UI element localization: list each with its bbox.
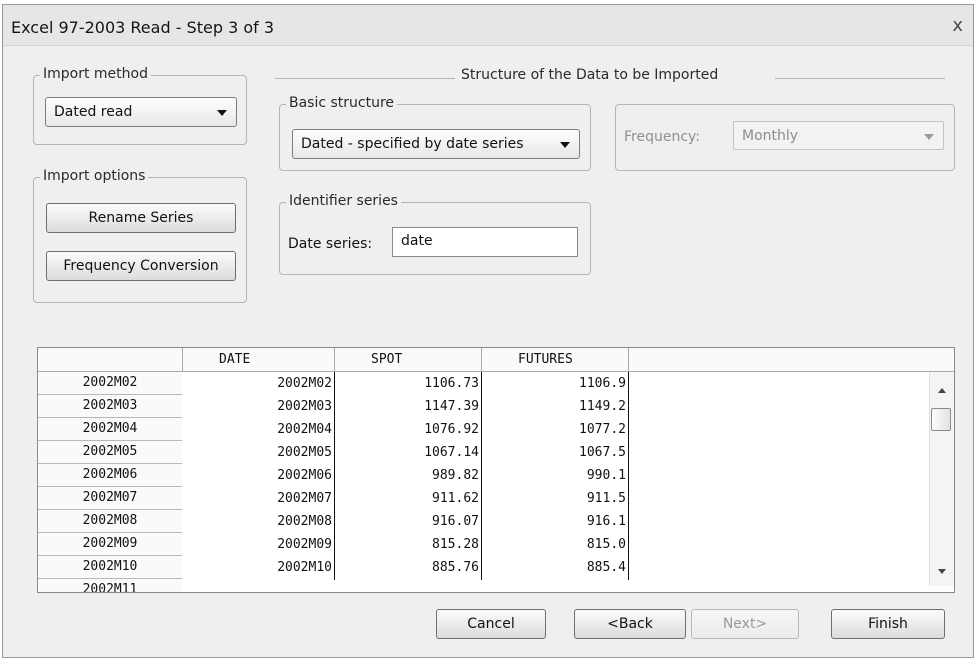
import-dialog: Excel 97-2003 Read - Step 3 of 3 x Impor…	[2, 4, 974, 658]
row-header[interactable]: 2002M05	[38, 441, 182, 464]
finish-button[interactable]: Finish	[831, 609, 945, 639]
table-cell: 990.1	[586, 468, 626, 483]
structure-divider-right	[775, 78, 945, 79]
table-cell: 1067.14	[424, 445, 479, 460]
import-options-group: Import options Rename Series Frequency C…	[33, 168, 247, 303]
table-cell: 1067.5	[579, 445, 626, 460]
table-cell: 2002M05	[277, 445, 332, 460]
table-cell: 2002M02	[277, 376, 332, 391]
row-header[interactable]: 2002M02	[38, 372, 182, 395]
column-header[interactable]: FUTURES	[482, 348, 629, 372]
scroll-up-icon[interactable]	[938, 388, 946, 393]
table-cell: 815.0	[586, 537, 626, 552]
cancel-button[interactable]: Cancel	[436, 609, 546, 639]
table-cell: 2002M07	[277, 491, 332, 506]
row-header[interactable]: 2002M10	[38, 556, 182, 579]
column-divider	[334, 372, 335, 580]
column-header-label: FUTURES	[518, 352, 573, 367]
frequency-value: Monthly	[742, 128, 799, 144]
table-cell: 911.5	[586, 491, 626, 506]
chevron-down-icon	[217, 110, 227, 116]
table-cell: 989.82	[432, 468, 479, 483]
row-header[interactable]: 2002M06	[38, 464, 182, 487]
import-method-group: Import method Dated read	[33, 66, 247, 145]
column-divider	[628, 372, 629, 580]
table-cell: 1106.73	[424, 376, 479, 391]
import-method-value: Dated read	[54, 104, 133, 120]
import-options-legend: Import options	[40, 168, 149, 184]
chevron-down-icon	[560, 142, 570, 148]
basic-structure-dropdown[interactable]: Dated - specified by date series	[292, 129, 580, 159]
chevron-down-icon	[924, 134, 934, 140]
table-cell: 885.4	[586, 560, 626, 575]
next-button[interactable]: Next>	[691, 609, 799, 639]
structure-section-title: Structure of the Data to be Imported	[461, 67, 719, 83]
row-header[interactable]: 2002M04	[38, 418, 182, 441]
vertical-scrollbar[interactable]	[929, 372, 954, 586]
frequency-label: Frequency:	[624, 129, 701, 145]
empty-column-header	[629, 348, 954, 372]
identifier-series-legend: Identifier series	[286, 193, 401, 209]
row-header[interactable]: 2002M08	[38, 510, 182, 533]
table-cell: 2002M08	[277, 514, 332, 529]
rename-series-button[interactable]: Rename Series	[46, 203, 236, 233]
table-cell: 1076.92	[424, 422, 479, 437]
table-cell: 1149.2	[579, 399, 626, 414]
title-bar[interactable]: Excel 97-2003 Read - Step 3 of 3 x	[3, 5, 973, 46]
date-series-value: date	[401, 233, 433, 249]
corner-header	[38, 348, 183, 372]
table-cell: 815.28	[432, 537, 479, 552]
date-series-label: Date series:	[288, 236, 373, 252]
frequency-group: Frequency: Monthly	[615, 104, 955, 171]
row-header[interactable]: 2002M07	[38, 487, 182, 510]
row-header[interactable]: 2002M03	[38, 395, 182, 418]
table-cell: 885.76	[432, 560, 479, 575]
row-header[interactable]: 2002M11	[38, 579, 182, 592]
back-button[interactable]: <Back	[574, 609, 686, 639]
frequency-dropdown[interactable]: Monthly	[733, 121, 944, 150]
dialog-title: Excel 97-2003 Read - Step 3 of 3	[11, 18, 275, 37]
scroll-down-icon[interactable]	[938, 569, 946, 574]
import-method-dropdown[interactable]: Dated read	[45, 97, 237, 127]
data-preview-grid[interactable]: DATE SPOT FUTURES 2002M02 2002M03 2002M04 2…	[37, 347, 955, 593]
table-cell: 2002M10	[277, 560, 332, 575]
column-header-label: SPOT	[371, 352, 403, 367]
close-icon[interactable]: x	[952, 15, 963, 36]
table-cell: 2002M09	[277, 537, 332, 552]
basic-structure-value: Dated - specified by date series	[301, 136, 524, 152]
identifier-series-group: Identifier series Date series: date	[279, 193, 591, 275]
basic-structure-legend: Basic structure	[286, 95, 398, 111]
frequency-conversion-button[interactable]: Frequency Conversion	[46, 251, 236, 281]
structure-divider-left	[275, 78, 455, 79]
table-cell: 916.1	[586, 514, 626, 529]
scroll-thumb[interactable]	[931, 408, 951, 431]
table-cell: 2002M03	[277, 399, 332, 414]
date-series-input[interactable]: date	[392, 227, 578, 257]
column-header[interactable]: SPOT	[335, 348, 482, 372]
basic-structure-group: Basic structure Dated - specified by dat…	[279, 95, 591, 171]
table-cell: 1106.9	[579, 376, 626, 391]
row-header-column: 2002M02 2002M03 2002M04 2002M05 2002M06 2002M…	[38, 372, 182, 592]
table-cell: 1147.39	[424, 399, 479, 414]
table-cell: 2002M06	[277, 468, 332, 483]
column-header-label: DATE	[219, 352, 251, 367]
column-header[interactable]: DATE	[183, 348, 335, 372]
table-cell: 2002M04	[277, 422, 332, 437]
row-header[interactable]: 2002M09	[38, 533, 182, 556]
table-cell: 911.62	[432, 491, 479, 506]
import-method-legend: Import method	[40, 66, 151, 82]
table-cell: 916.07	[432, 514, 479, 529]
column-divider	[481, 372, 482, 580]
table-cell: 1077.2	[579, 422, 626, 437]
